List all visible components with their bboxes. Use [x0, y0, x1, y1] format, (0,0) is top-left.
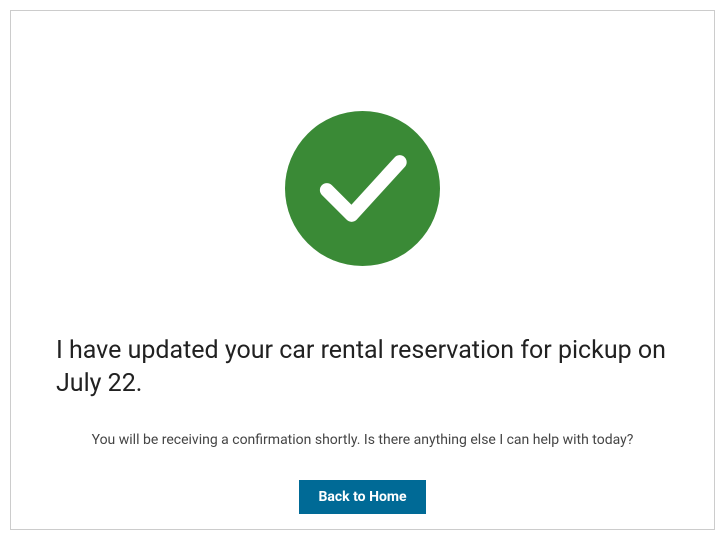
- checkmark-circle-icon: [285, 111, 440, 266]
- confirmation-subtext: You will be receiving a confirmation sho…: [92, 432, 634, 448]
- success-icon-wrap: [285, 111, 440, 270]
- back-to-home-button[interactable]: Back to Home: [299, 480, 425, 514]
- confirmation-panel: I have updated your car rental reservati…: [10, 10, 715, 530]
- confirmation-heading: I have updated your car rental reservati…: [56, 335, 669, 400]
